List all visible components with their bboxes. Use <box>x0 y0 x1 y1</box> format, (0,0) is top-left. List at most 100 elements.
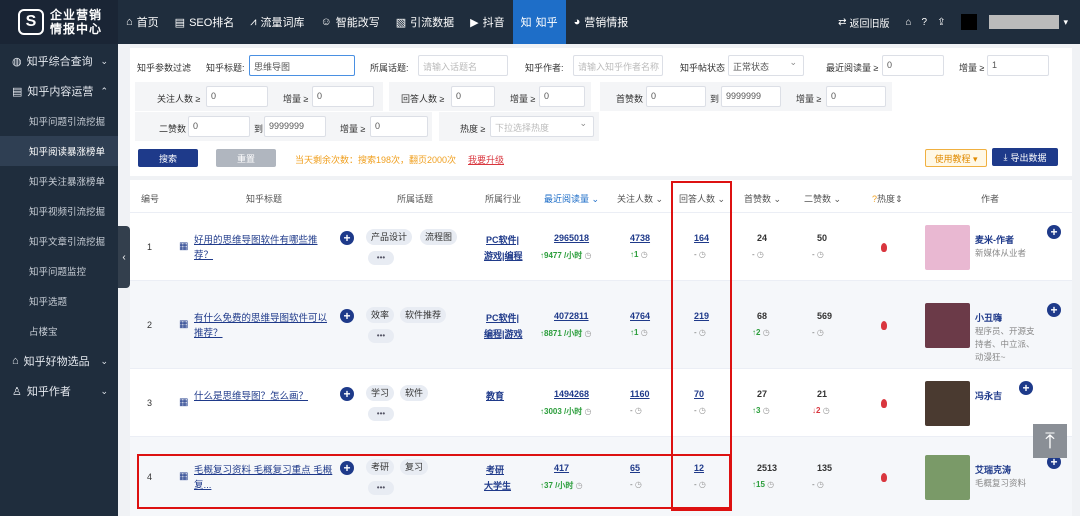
second-max-input[interactable]: 9999999 <box>264 116 326 137</box>
topic-input[interactable]: 请输入话题名 <box>418 55 508 76</box>
nav-tab-1[interactable]: ▤ SEO排名 <box>167 0 243 44</box>
add-icon[interactable]: + <box>340 231 354 245</box>
home-icon[interactable]: ⌂ <box>905 17 911 28</box>
nav-tab-3[interactable]: ☺ 智能改写 <box>313 0 388 44</box>
add-icon[interactable]: + <box>340 387 354 401</box>
heat-select[interactable]: 下拉选择热度 <box>490 116 594 137</box>
follow-author-icon[interactable]: + <box>1019 381 1033 395</box>
answer-count-link[interactable]: 164 <box>694 233 709 243</box>
second-inc-input[interactable]: 0 <box>370 116 428 137</box>
author-input[interactable]: 请输入知乎作者名称 <box>573 55 663 76</box>
sidebar-item-topic-selection[interactable]: 知乎选题 <box>0 286 118 316</box>
industry-link[interactable]: 编程|游戏 <box>484 327 523 340</box>
read-increase-input[interactable]: 1 <box>987 55 1049 76</box>
answer-input[interactable]: 0 <box>451 86 495 107</box>
qrcode-icon[interactable]: ▦ <box>179 241 191 253</box>
question-title-link[interactable]: 有什么免费的思维导图软件可以推荐？ <box>194 311 334 341</box>
sidebar-item-video-mining[interactable]: 知乎视频引流挖掘 <box>0 196 118 226</box>
avatar[interactable] <box>961 14 978 30</box>
industry-link[interactable]: 游戏|编程 <box>484 249 523 262</box>
col-header-like2[interactable]: 二赞数 ⌄ <box>804 192 841 205</box>
answer-count-link[interactable]: 219 <box>694 311 709 321</box>
more-tags-button[interactable]: ••• <box>368 251 394 265</box>
follow-count-link[interactable]: 4764 <box>630 311 650 321</box>
author-name-link[interactable]: 艾瑞克涛 <box>975 463 1011 476</box>
nav-tab-4[interactable]: ▧ 引流数据 <box>388 0 462 44</box>
sidebar-item-zhanloubao[interactable]: 占楼宝 <box>0 316 118 346</box>
follow-inc-input[interactable]: 0 <box>312 86 374 107</box>
col-header-heat[interactable]: ?热度⇕ <box>872 192 903 205</box>
like-max-input[interactable]: 9999999 <box>721 86 781 107</box>
industry-link[interactable]: PC软件| <box>486 233 519 246</box>
topic-tag[interactable]: 产品设计 <box>366 229 413 245</box>
tutorial-button[interactable]: 使用教程 ▾ <box>925 149 987 167</box>
qrcode-icon[interactable]: ▦ <box>179 397 191 409</box>
sidebar-group-authors[interactable]: ♙ 知乎作者 ⌄ <box>0 376 118 406</box>
topic-tag[interactable]: 流程图 <box>420 229 458 245</box>
author-name-link[interactable]: 冯永吉 <box>975 389 1002 402</box>
add-icon[interactable]: + <box>340 309 354 323</box>
recent-read-input[interactable]: 0 <box>882 55 944 76</box>
qrcode-icon[interactable]: ▦ <box>179 319 191 331</box>
topic-tag[interactable]: 学习 <box>366 385 395 401</box>
more-tags-button[interactable]: ••• <box>368 407 394 421</box>
col-header-answer[interactable]: 回答人数 ⌄ <box>679 192 725 205</box>
read-count-link[interactable]: 2965018 <box>554 233 589 243</box>
read-count-link[interactable]: 4072811 <box>554 311 589 321</box>
reset-button[interactable]: 重置 <box>216 149 276 167</box>
answer-count-link[interactable]: 70 <box>694 389 704 399</box>
follow-count-link[interactable]: 65 <box>630 463 640 473</box>
status-select[interactable]: 正常状态 <box>728 55 804 76</box>
industry-link[interactable]: 考研 <box>486 463 504 476</box>
chevron-down-icon[interactable]: ▾ <box>1063 17 1068 28</box>
more-tags-button[interactable]: ••• <box>368 329 394 343</box>
second-min-input[interactable]: 0 <box>188 116 250 137</box>
industry-link[interactable]: 教育 <box>486 389 504 402</box>
title-input[interactable]: 思维导图 <box>249 55 355 76</box>
sidebar-item-question-mining[interactable]: 知乎问题引流挖掘 <box>0 106 118 136</box>
col-header-like1[interactable]: 首赞数 ⌄ <box>744 192 781 205</box>
follow-author-icon[interactable]: + <box>1047 225 1061 239</box>
more-tags-button[interactable]: ••• <box>368 481 394 495</box>
read-count-link[interactable]: 1494268 <box>554 389 589 399</box>
topic-tag[interactable]: 复习 <box>400 459 429 475</box>
read-count-link[interactable]: 417 <box>554 463 569 473</box>
logo[interactable]: S 企业营销 情报中心 <box>0 0 118 44</box>
author-name-link[interactable]: 小丑嗨 <box>975 311 1002 324</box>
nav-tab-7[interactable]: ◕ 营销情报 <box>566 0 637 44</box>
help-icon[interactable]: ? <box>922 17 928 28</box>
industry-link[interactable]: PC软件| <box>486 311 519 324</box>
qrcode-icon[interactable]: ▦ <box>179 471 191 483</box>
topic-tag[interactable]: 效率 <box>366 307 395 323</box>
export-button[interactable]: ⤓ 导出数据 <box>992 148 1058 166</box>
industry-link[interactable]: 大学生 <box>484 479 511 492</box>
sidebar-item-follow-ranking[interactable]: 知乎关注暴涨榜单 <box>0 166 118 196</box>
like-inc-input[interactable]: 0 <box>826 86 886 107</box>
add-icon[interactable]: + <box>340 461 354 475</box>
username[interactable] <box>989 15 1060 29</box>
answer-inc-input[interactable]: 0 <box>539 86 585 107</box>
author-avatar[interactable] <box>925 381 970 426</box>
nav-tab-5[interactable]: ▶ 抖音 <box>462 0 512 44</box>
topic-tag[interactable]: 考研 <box>366 459 395 475</box>
search-button[interactable]: 搜索 <box>138 149 198 167</box>
follow-input[interactable]: 0 <box>206 86 268 107</box>
answer-count-link[interactable]: 12 <box>694 463 704 473</box>
sidebar-item-read-ranking[interactable]: 知乎阅读暴涨榜单 <box>0 136 118 166</box>
back-old-version-link[interactable]: 返回旧版 <box>849 15 889 30</box>
sidebar-item-question-monitor[interactable]: 知乎问题监控 <box>0 256 118 286</box>
question-title-link[interactable]: 好用的思维导图软件有哪些推荐？ <box>194 233 334 263</box>
author-avatar[interactable] <box>925 303 970 348</box>
author-avatar[interactable] <box>925 225 970 270</box>
nav-tab-6[interactable]: 知知乎 <box>512 0 566 44</box>
sidebar-item-article-mining[interactable]: 知乎文章引流挖掘 <box>0 226 118 256</box>
question-title-link[interactable]: 毛概复习资料 毛概复习重点 毛概复... <box>194 463 334 493</box>
topic-tag[interactable]: 软件推荐 <box>400 307 447 323</box>
upgrade-link[interactable]: 我要升级 <box>468 153 504 166</box>
follow-count-link[interactable]: 1160 <box>630 389 650 399</box>
col-header-follow[interactable]: 关注人数 ⌄ <box>617 192 663 205</box>
nav-tab-2[interactable]: ⩘ 流量词库 <box>242 0 312 44</box>
sidebar-group-products[interactable]: ⌂ 知乎好物选品 ⌄ <box>0 346 118 376</box>
back-to-top-button[interactable]: ⤒ <box>1033 424 1067 458</box>
follow-author-icon[interactable]: + <box>1047 303 1061 317</box>
